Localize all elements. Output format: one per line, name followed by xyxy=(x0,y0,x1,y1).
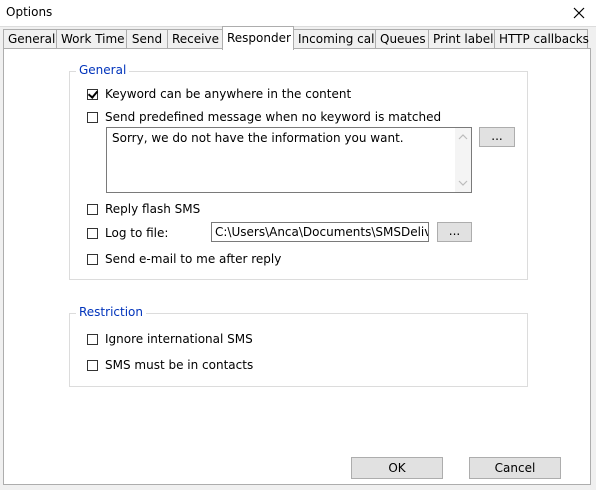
send-email-checkbox[interactable] xyxy=(87,253,98,265)
general-group-title: General xyxy=(76,63,130,77)
title-bar: Options xyxy=(0,0,596,27)
keyword-anywhere-option[interactable]: Keyword can be anywhere in the content xyxy=(87,87,351,101)
reply-flash-option[interactable]: Reply flash SMS xyxy=(87,202,200,216)
tab-queues[interactable]: Queues xyxy=(375,29,429,48)
log-file-browse-button[interactable]: ... xyxy=(437,222,472,242)
predefined-message-textarea[interactable]: Sorry, we do not have the information yo… xyxy=(106,127,472,193)
ok-button[interactable]: OK xyxy=(351,457,443,479)
tab-http-callbacks[interactable]: HTTP callbacks xyxy=(494,29,589,48)
ignore-international-option[interactable]: Ignore international SMS xyxy=(87,332,253,346)
must-be-contacts-option[interactable]: SMS must be in contacts xyxy=(87,358,253,372)
tab-print-label[interactable]: Print label xyxy=(428,29,495,48)
tab-incoming-call[interactable]: Incoming call xyxy=(293,29,378,48)
send-email-label: Send e-mail to me after reply xyxy=(105,252,282,266)
log-to-file-option[interactable]: Log to file: xyxy=(87,226,168,240)
log-to-file-label: Log to file: xyxy=(105,226,169,240)
tab-work-time[interactable]: Work Time xyxy=(56,29,127,48)
close-button[interactable] xyxy=(568,2,590,24)
ignore-international-checkbox[interactable] xyxy=(87,333,98,345)
send-email-option[interactable]: Send e-mail to me after reply xyxy=(87,252,281,266)
log-to-file-checkbox[interactable] xyxy=(87,227,98,239)
reply-flash-checkbox[interactable] xyxy=(87,203,98,215)
tab-send[interactable]: Send xyxy=(126,29,168,48)
must-be-contacts-checkbox[interactable] xyxy=(87,359,98,371)
send-predefined-label: Send predefined message when no keyword … xyxy=(105,110,442,124)
log-file-path-input[interactable]: C:\Users\Anca\Documents\SMSDeliver[ xyxy=(211,222,429,242)
must-be-contacts-label: SMS must be in contacts xyxy=(105,358,254,372)
keyword-anywhere-label: Keyword can be anywhere in the content xyxy=(105,87,352,101)
close-icon xyxy=(573,7,585,19)
message-scrollbar[interactable] xyxy=(455,128,471,192)
window-title: Options xyxy=(6,5,53,19)
scroll-down-icon xyxy=(458,180,468,186)
message-browse-button[interactable]: ... xyxy=(479,127,515,147)
send-predefined-checkbox[interactable] xyxy=(87,111,98,123)
reply-flash-label: Reply flash SMS xyxy=(105,202,201,216)
restriction-group: Restriction xyxy=(69,305,528,387)
tab-receive[interactable]: Receive xyxy=(167,29,223,48)
send-predefined-option[interactable]: Send predefined message when no keyword … xyxy=(87,110,441,124)
restriction-group-title: Restriction xyxy=(76,305,146,319)
keyword-anywhere-checkbox[interactable] xyxy=(87,88,98,100)
scroll-up-icon xyxy=(458,134,468,140)
tab-responder[interactable]: Responder xyxy=(222,26,294,50)
cancel-button[interactable]: Cancel xyxy=(469,457,561,479)
ignore-international-label: Ignore international SMS xyxy=(105,332,253,346)
tab-general[interactable]: General xyxy=(3,29,57,48)
tab-strip: General Work Time Send Receive Responder… xyxy=(0,26,596,50)
responder-panel: General Keyword can be anywhere in the c… xyxy=(3,48,591,485)
predefined-message-text: Sorry, we do not have the information yo… xyxy=(112,131,404,145)
